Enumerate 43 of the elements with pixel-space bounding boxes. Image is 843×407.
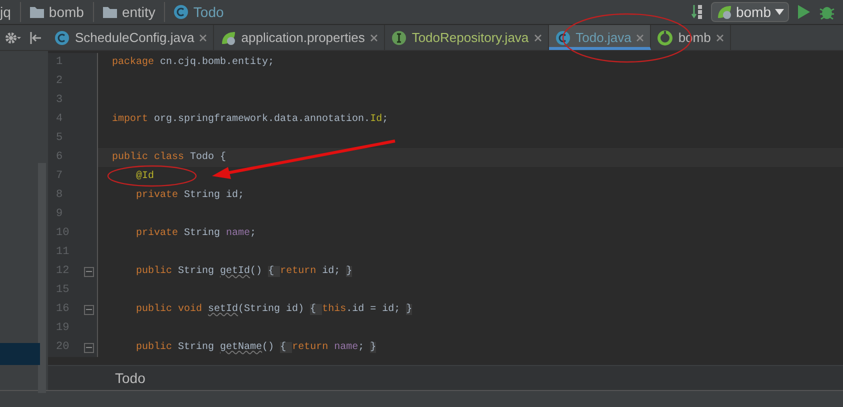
breadcrumb-item[interactable]: jq — [0, 2, 11, 22]
fold-icon[interactable] — [84, 342, 94, 352]
run-icon[interactable] — [797, 4, 811, 20]
folder-icon — [28, 4, 45, 20]
code-line: public String getId() { return id; } — [136, 264, 352, 279]
close-icon[interactable] — [716, 34, 724, 42]
code-line: import org.springframework.data.annotation.Id; — [112, 112, 388, 127]
tab-label: ScheduleConfig.java — [75, 28, 194, 47]
gear-icon[interactable] — [4, 30, 22, 44]
close-icon[interactable] — [370, 34, 378, 42]
tab-label: application.properties — [241, 28, 365, 47]
class-icon — [54, 30, 70, 46]
fold-icon[interactable] — [84, 266, 94, 276]
structure-breadcrumb[interactable]: Todo — [115, 368, 146, 388]
class-icon — [554, 30, 571, 46]
close-icon[interactable] — [199, 34, 208, 42]
scrollbar[interactable] — [38, 163, 46, 393]
code-line: public class Todo { — [112, 150, 226, 165]
bug-icon[interactable] — [819, 4, 835, 20]
collapse-icon[interactable] — [30, 30, 42, 44]
code-line: private String name; — [136, 226, 256, 241]
sort-icon[interactable] — [690, 4, 703, 20]
breadcrumb-item[interactable]: bomb — [48, 2, 84, 22]
class-icon — [173, 4, 190, 20]
code-line: private String id; — [136, 188, 244, 203]
run-configuration-dropdown[interactable]: bomb — [710, 2, 789, 22]
leaf-icon — [220, 30, 236, 46]
close-icon[interactable] — [636, 34, 644, 42]
code-line: @Id — [136, 170, 154, 184]
folder-icon — [102, 4, 118, 20]
code-line: package cn.cjq.bomb.entity; — [112, 56, 274, 70]
close-icon[interactable] — [534, 34, 542, 42]
spring-boot-icon — [657, 30, 674, 46]
code-line: public void setId(String id) { this.id = id; } — [136, 302, 412, 317]
tab-label: Todo.java — [576, 28, 632, 47]
leaf-icon — [716, 4, 732, 20]
tab-label: TodoRepository.java — [412, 28, 529, 47]
code-line: public String getName() { return name; } — [136, 340, 376, 355]
breadcrumb-item[interactable]: Todo — [193, 2, 224, 22]
breadcrumb-item[interactable]: entity — [122, 2, 156, 22]
caret-icon — [775, 9, 784, 15]
fold-icon[interactable] — [84, 304, 94, 314]
interface-icon — [390, 30, 407, 46]
